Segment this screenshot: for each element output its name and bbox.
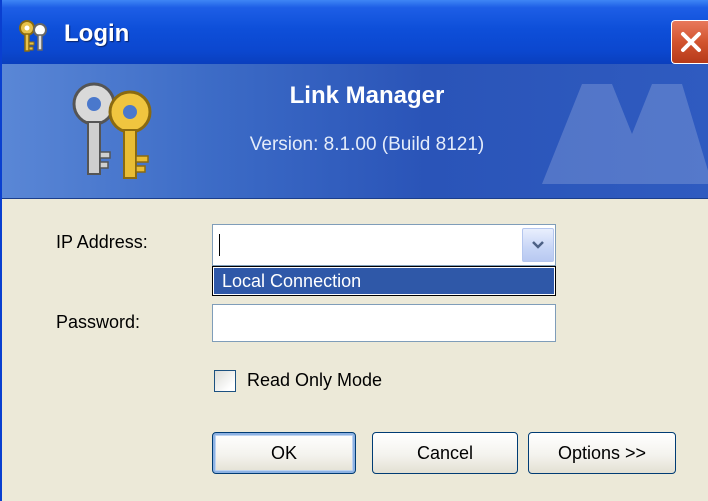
dropdown-option-local-connection[interactable]: Local Connection bbox=[214, 268, 554, 294]
ok-button[interactable]: OK bbox=[212, 432, 356, 474]
keys-icon bbox=[16, 18, 50, 54]
login-dialog: Login Link Manager Version: 8.1.00 (Buil… bbox=[0, 0, 708, 501]
password-input[interactable] bbox=[212, 304, 556, 342]
header-banner: Link Manager Version: 8.1.00 (Build 8121… bbox=[2, 64, 708, 199]
read-only-label[interactable]: Read Only Mode bbox=[247, 370, 382, 391]
cancel-button[interactable]: Cancel bbox=[372, 432, 518, 474]
watermark-logo bbox=[542, 84, 708, 184]
version-text: Version: 8.1.00 (Build 8121) bbox=[249, 134, 485, 155]
keys-icon bbox=[62, 78, 172, 189]
ip-address-dropdown-list: Local Connection bbox=[212, 266, 556, 296]
ip-address-combobox[interactable] bbox=[212, 224, 556, 266]
text-caret bbox=[219, 234, 220, 256]
close-icon bbox=[681, 32, 701, 52]
chevron-down-icon bbox=[532, 241, 544, 249]
title-bar[interactable]: Login bbox=[2, 0, 708, 65]
options-button[interactable]: Options >> bbox=[528, 432, 676, 474]
dropdown-button[interactable] bbox=[522, 228, 554, 262]
password-label: Password: bbox=[56, 312, 141, 332]
close-button[interactable] bbox=[671, 20, 708, 64]
window-title: Login bbox=[64, 20, 130, 47]
app-name: Link Manager bbox=[289, 82, 445, 109]
ip-address-label: IP Address: bbox=[56, 232, 148, 252]
read-only-checkbox[interactable] bbox=[214, 370, 236, 392]
